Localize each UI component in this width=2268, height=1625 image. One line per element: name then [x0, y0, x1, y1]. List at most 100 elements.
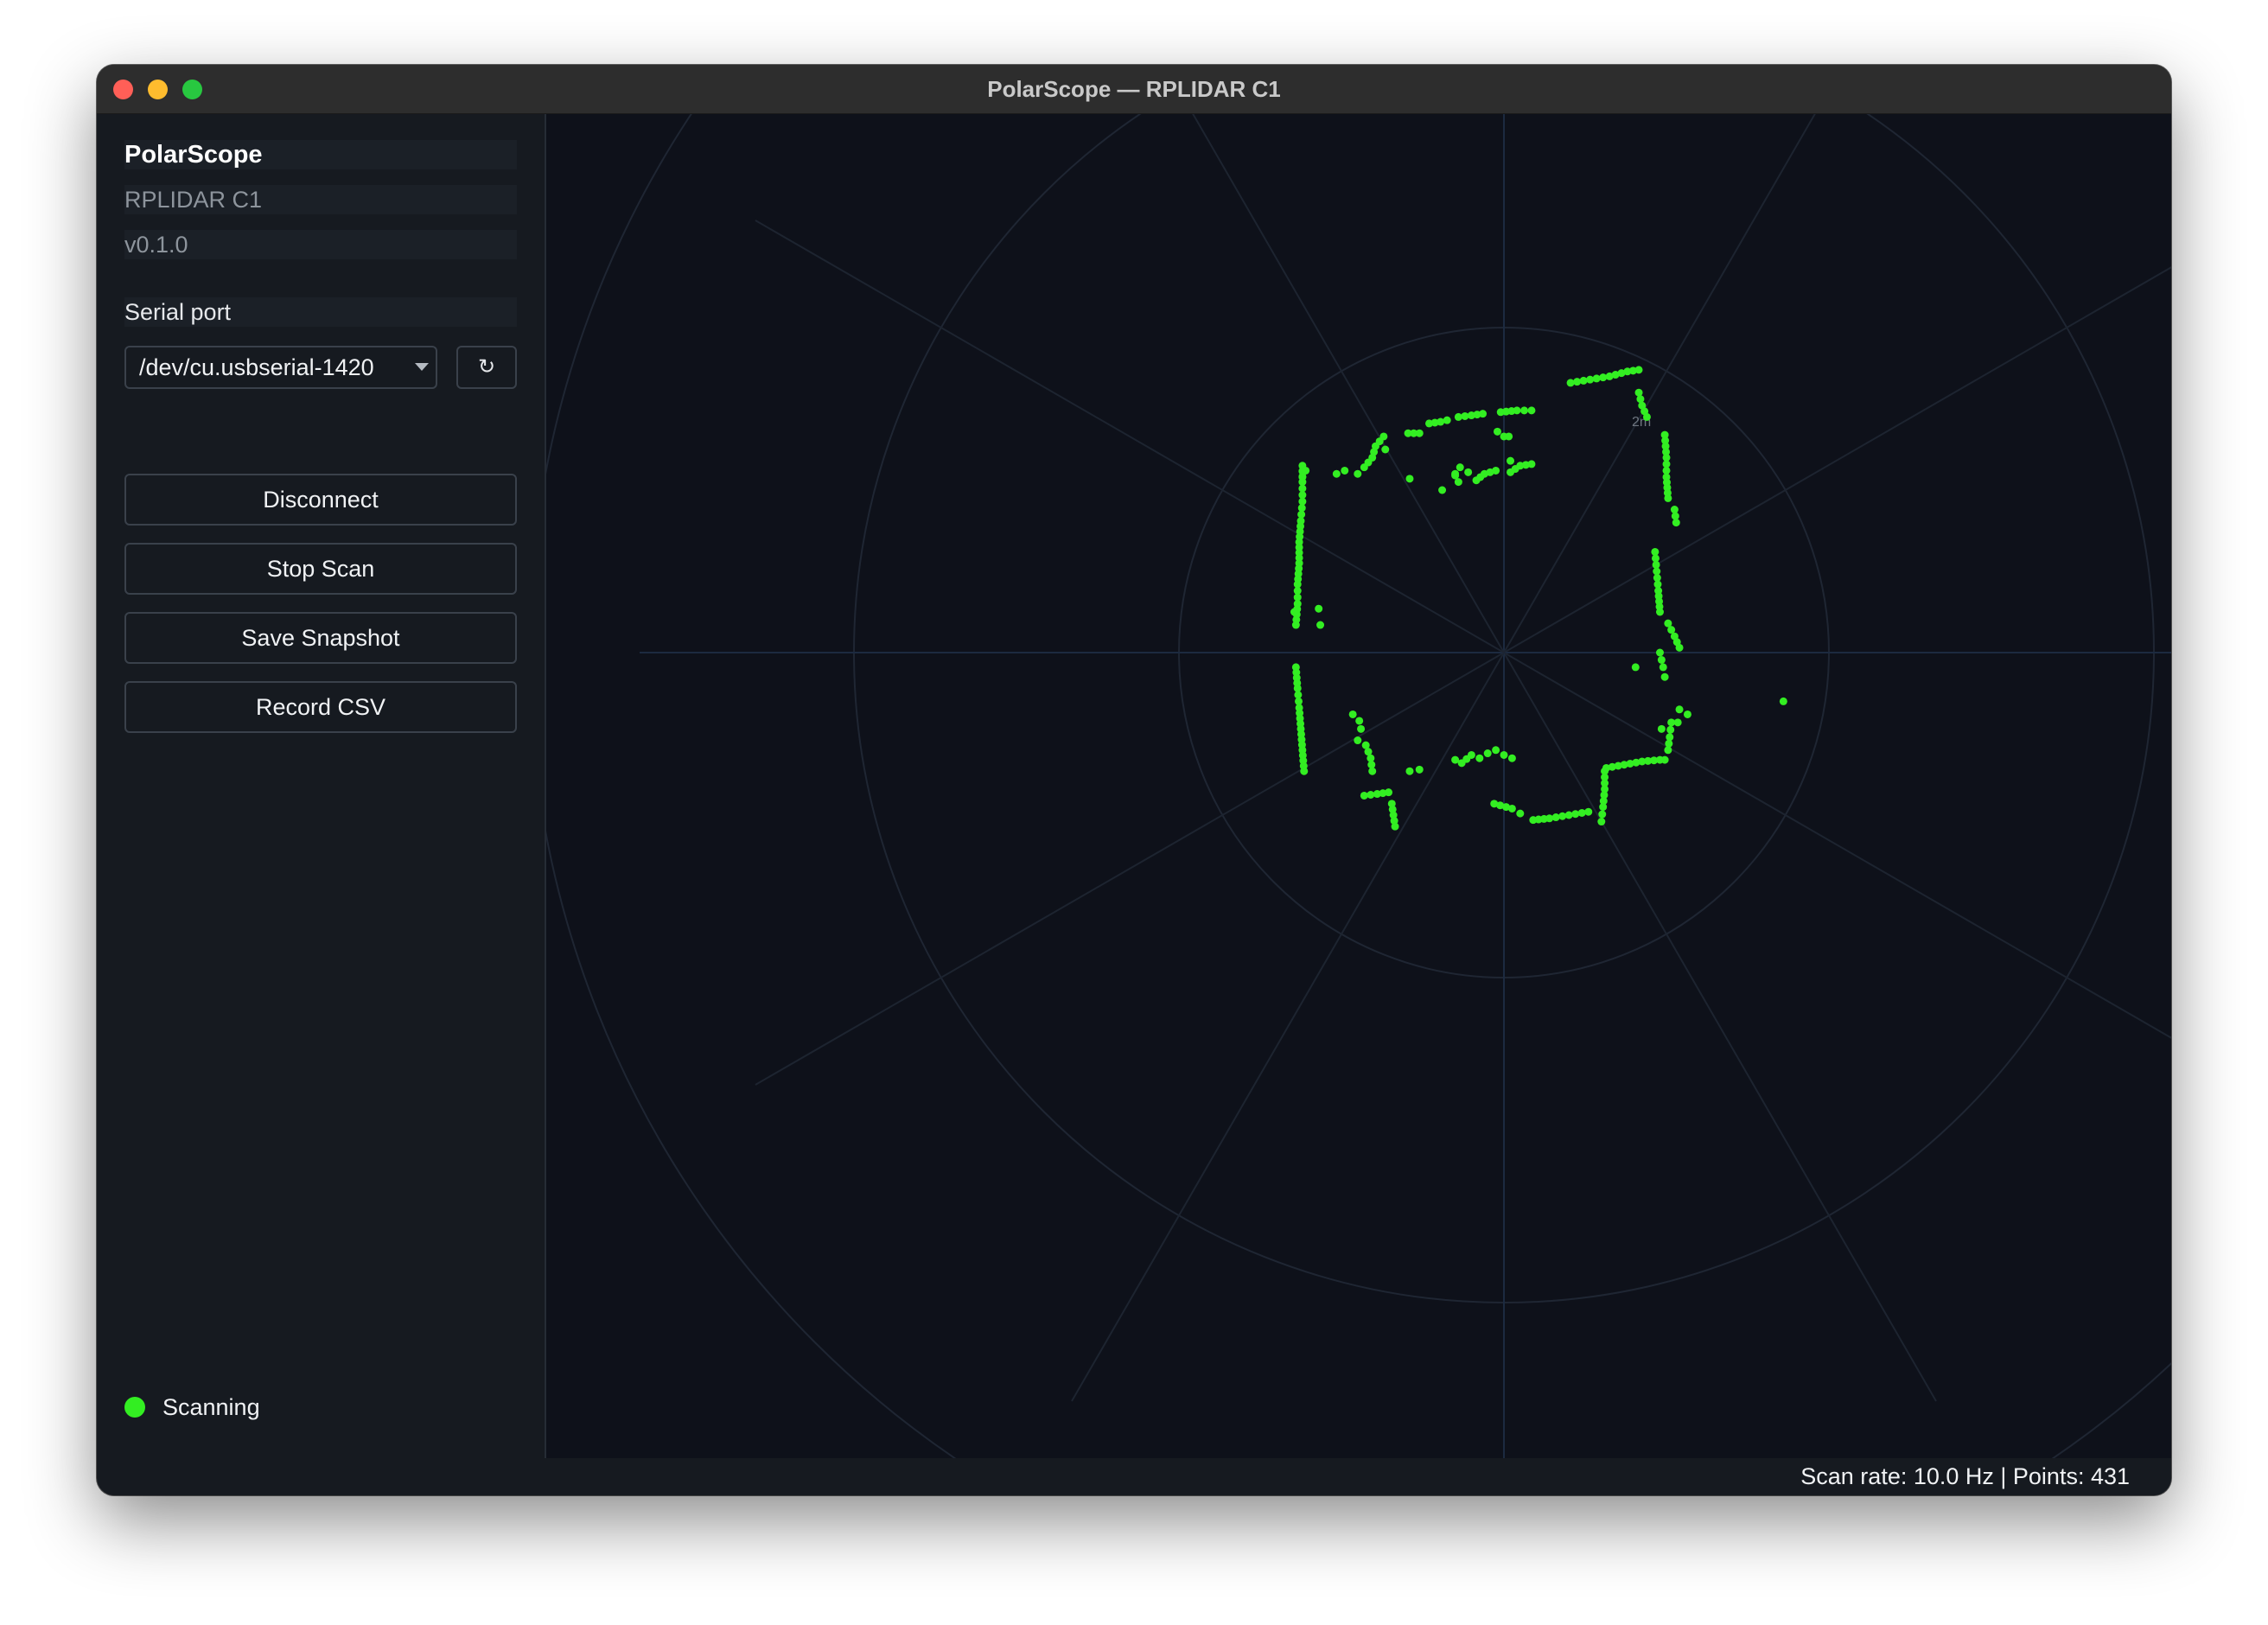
scan-point — [1599, 803, 1608, 812]
grid-spoke — [755, 220, 1505, 653]
scan-point — [1316, 621, 1325, 629]
scan-point — [1357, 724, 1366, 733]
status-text: Scanning — [162, 1394, 260, 1420]
scan-point — [1779, 697, 1787, 705]
scan-point — [1657, 724, 1666, 733]
scan-point — [1577, 808, 1586, 817]
scan-point — [1464, 468, 1473, 476]
app-name: PolarScope — [124, 140, 517, 169]
scan-point — [1500, 750, 1508, 759]
scan-point — [1579, 376, 1588, 385]
disconnect-button[interactable]: Disconnect — [124, 474, 517, 526]
grid-spoke — [1503, 266, 2171, 653]
scan-point — [1675, 643, 1684, 652]
scan-point — [1438, 486, 1447, 494]
grid-ring — [528, 65, 2171, 1495]
save-snapshot-button[interactable]: Save Snapshot — [124, 612, 517, 664]
scan-point — [1527, 406, 1536, 415]
scan-point — [1368, 767, 1377, 775]
polar-plot-svg: 2m — [528, 65, 2171, 1495]
polar-scan-plot[interactable]: 2m — [528, 65, 2171, 1495]
refresh-ports-button[interactable]: ↻ — [456, 346, 517, 389]
scan-point — [1379, 432, 1388, 441]
scan-point — [1592, 374, 1601, 383]
serial-port-value: /dev/cu.usbserial-1420 — [139, 354, 374, 380]
scan-point — [1564, 811, 1573, 819]
scan-point — [1666, 725, 1675, 734]
scan-point — [1298, 473, 1307, 481]
grid-spoke — [1071, 652, 1505, 1402]
scan-point — [1415, 429, 1424, 437]
scan-point — [1672, 519, 1680, 527]
scan-point — [1513, 406, 1521, 415]
scan-point — [1571, 810, 1580, 819]
scan-point — [1490, 800, 1499, 808]
window-title: PolarScope — RPLIDAR C1 — [987, 76, 1281, 102]
scan-point — [1675, 705, 1684, 714]
scan-point — [1456, 463, 1464, 472]
grid-spoke — [1163, 65, 1505, 653]
scan-point — [1381, 445, 1390, 454]
scan-point — [1483, 749, 1492, 758]
scan-point — [1492, 466, 1500, 475]
scan-point — [1475, 754, 1484, 762]
status-indicator-dot — [124, 1397, 145, 1418]
scan-point — [1683, 710, 1691, 718]
scan-point — [1332, 469, 1341, 478]
scan-point — [1664, 746, 1672, 755]
scan-point — [1479, 410, 1488, 418]
scan-point — [1573, 378, 1582, 386]
scan-point — [1437, 417, 1445, 426]
grid-spoke — [1503, 652, 1937, 1402]
scan-point — [1631, 663, 1640, 672]
scan-point — [1657, 655, 1666, 664]
scan-point — [1529, 816, 1538, 825]
app-window: PolarScope — RPLIDAR C1 PolarScope RPLID… — [97, 65, 2171, 1495]
scan-point — [1598, 810, 1607, 819]
scan-point — [1507, 456, 1515, 465]
scan-point — [1348, 710, 1357, 718]
scan-point — [1415, 765, 1424, 774]
scan-point — [1634, 366, 1643, 374]
version-label: v0.1.0 — [124, 230, 517, 259]
scan-point — [1516, 809, 1525, 818]
scan-point — [1634, 388, 1643, 397]
scan-point — [1599, 373, 1608, 382]
chevron-down-icon — [415, 363, 429, 371]
grid-spoke — [755, 652, 1505, 1086]
scan-point — [1355, 717, 1364, 725]
scan-point — [1315, 604, 1323, 613]
record-csv-button[interactable]: Record CSV — [124, 681, 517, 733]
scan-point — [1507, 754, 1516, 762]
scan-point — [1520, 406, 1528, 415]
scan-point — [1673, 718, 1682, 727]
scan-point — [1505, 432, 1513, 441]
scan-point — [1443, 416, 1451, 424]
scan-points — [1290, 366, 1787, 831]
scan-point — [1636, 395, 1645, 404]
scan-point — [1405, 475, 1414, 483]
scan-point — [1551, 813, 1560, 822]
scan-point — [1300, 767, 1309, 775]
scan-point — [1341, 466, 1349, 475]
scan-point — [1391, 822, 1399, 831]
scan-point — [1659, 663, 1667, 672]
scan-point — [1467, 750, 1475, 759]
refresh-icon: ↻ — [477, 355, 496, 379]
grid-spoke — [1503, 652, 2171, 1039]
stop-scan-button[interactable]: Stop Scan — [124, 543, 517, 595]
scan-point — [1664, 494, 1672, 502]
scan-point — [1655, 608, 1664, 616]
scan-point — [1527, 460, 1536, 468]
scan-point — [1660, 672, 1669, 681]
scan-rate-readout: Scan rate: 10.0 Hz | Points: 431 — [1800, 1463, 2130, 1489]
sidebar: PolarScope RPLIDAR C1 v0.1.0 Serial port… — [97, 114, 546, 1458]
scan-point — [1451, 469, 1460, 478]
scan-point — [1493, 427, 1501, 436]
serial-port-label: Serial port — [124, 297, 517, 327]
scan-point — [1597, 818, 1606, 826]
scan-point — [1354, 469, 1362, 478]
device-name: RPLIDAR C1 — [124, 185, 517, 214]
status-bar: Scan rate: 10.0 Hz | Points: 431 — [546, 1458, 2171, 1495]
serial-port-select[interactable]: /dev/cu.usbserial-1420 — [124, 346, 437, 389]
